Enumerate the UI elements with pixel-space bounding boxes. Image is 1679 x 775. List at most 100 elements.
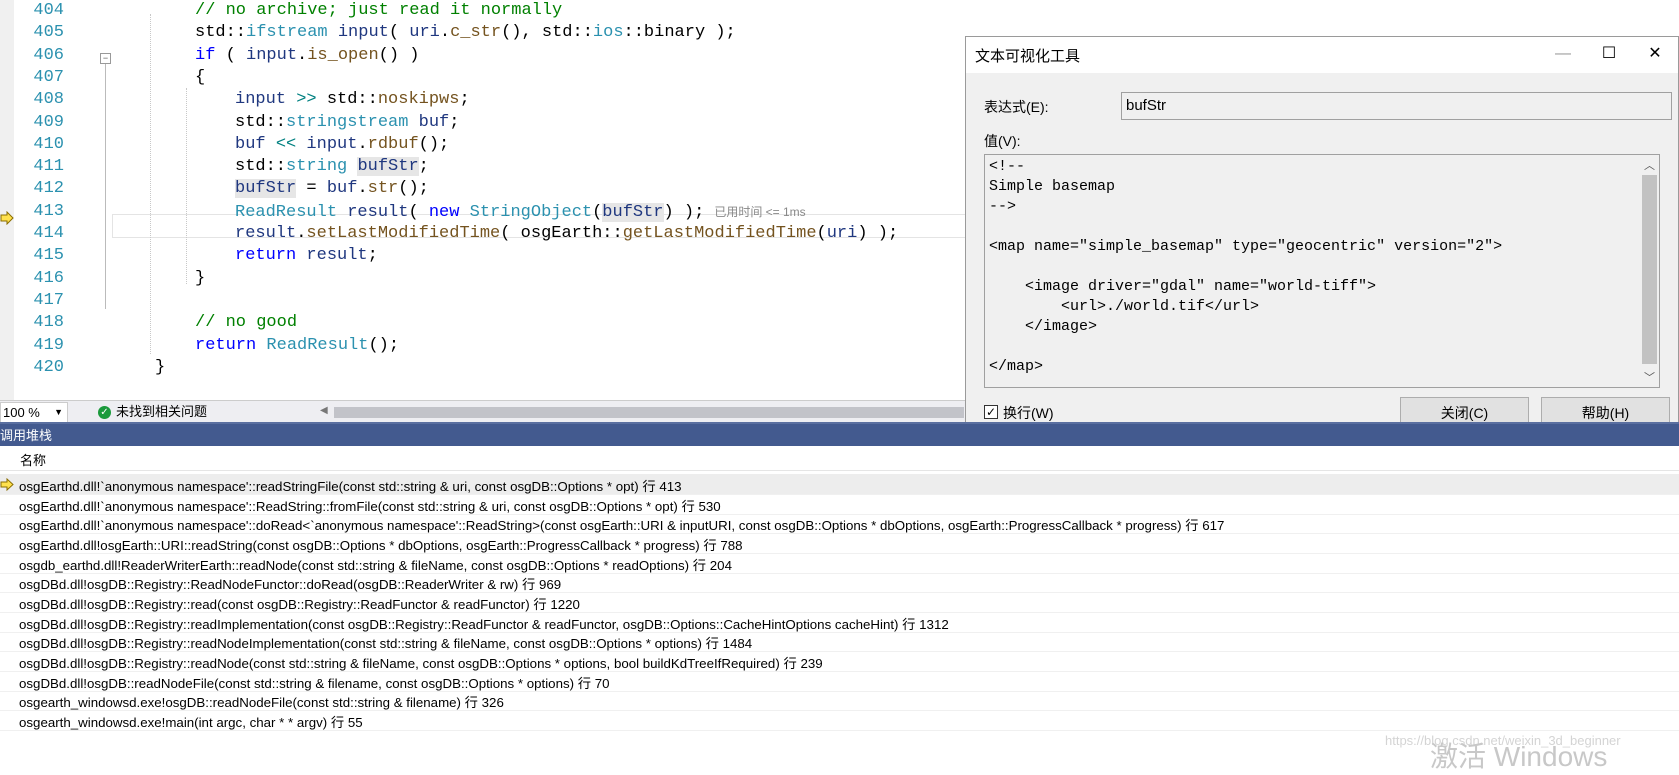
code-token: is_open xyxy=(307,45,379,65)
code-line[interactable]: } xyxy=(155,356,165,380)
call-stack-frame-text: osgDBd.dll!osgDB::Registry::readImplemen… xyxy=(19,616,949,632)
call-stack-row[interactable]: osgDBd.dll!osgDB::Registry::readNode(con… xyxy=(0,651,1679,672)
code-line[interactable]: bufStr = buf.str(); xyxy=(235,177,429,201)
call-stack-row[interactable]: osgEarthd.dll!`anonymous namespace'::rea… xyxy=(0,474,1679,495)
code-token: ( xyxy=(388,23,410,43)
activate-windows-watermark: 激活 Windows xyxy=(1430,741,1608,772)
code-token: . xyxy=(297,45,308,65)
call-stack-frame-text: osgdb_earthd.dll!ReaderWriterEarth::read… xyxy=(19,557,732,573)
code-token: ( osgEarth:: xyxy=(500,224,623,243)
code-token: rdbuf xyxy=(367,134,419,154)
code-token: >> xyxy=(296,90,317,110)
call-stack-row[interactable]: osgearth_windowsd.exe!osgDB::readNodeFil… xyxy=(0,690,1679,712)
line-number: 413 xyxy=(33,201,64,221)
code-line[interactable]: } xyxy=(195,267,205,291)
line-number: 412 xyxy=(33,179,64,199)
minimize-icon[interactable]: — xyxy=(1540,37,1586,73)
code-token: ::binary ); xyxy=(623,23,736,43)
horizontal-scrollbar-thumb[interactable] xyxy=(334,407,964,418)
column-header-name[interactable]: 名称 xyxy=(20,450,46,469)
scroll-up-icon[interactable]: ︿ xyxy=(1640,157,1659,173)
call-stack-row[interactable]: osgDBd.dll!osgDB::Registry::ReadNodeFunc… xyxy=(0,572,1679,594)
line-number: 408 xyxy=(33,90,64,110)
close-icon[interactable]: ✕ xyxy=(1632,37,1678,73)
code-token: uri xyxy=(409,23,440,43)
collapse-toggle-icon[interactable]: − xyxy=(100,53,111,64)
text-visualizer-dialog[interactable]: 文本可视化工具 — ☐ ✕ 表达式(E): bufStr 值(V): <!-- … xyxy=(965,36,1679,451)
code-line[interactable]: { xyxy=(195,66,205,90)
expression-label: 表达式(E): xyxy=(984,99,1049,115)
dialog-titlebar[interactable]: 文本可视化工具 — ☐ ✕ xyxy=(966,37,1678,73)
code-token: (); xyxy=(398,179,429,199)
code-token: ( xyxy=(408,202,429,222)
call-stack-row[interactable]: osgEarthd.dll!osgEarth::URI::readString(… xyxy=(0,533,1679,554)
call-stack-frame-text: osgEarthd.dll!`anonymous namespace'::Rea… xyxy=(19,498,721,514)
code-token: getLastModifiedTime xyxy=(622,224,817,243)
call-stack-row[interactable]: osgEarthd.dll!`anonymous namespace'::Rea… xyxy=(0,494,1679,515)
code-token: c_str xyxy=(450,23,502,43)
value-textarea[interactable]: <!-- Simple basemap --> <map name="simpl… xyxy=(984,154,1660,388)
fold-guide xyxy=(105,64,106,309)
maximize-icon[interactable]: ☐ xyxy=(1586,37,1632,73)
wrap-label[interactable]: 换行(W) xyxy=(1003,403,1054,423)
call-stack-row[interactable]: osgDBd.dll!osgDB::Registry::read(const o… xyxy=(0,592,1679,613)
code-token: ) ); xyxy=(663,202,705,222)
call-stack-row[interactable]: osgDBd.dll!osgDB::Registry::readNodeImpl… xyxy=(0,631,1679,653)
code-line[interactable]: // no good xyxy=(195,311,297,335)
value-text[interactable]: <!-- Simple basemap --> <map name="simpl… xyxy=(989,157,1502,377)
call-stack-row[interactable]: osgdb_earthd.dll!ReaderWriterEarth::read… xyxy=(0,553,1679,574)
expression-field[interactable]: bufStr xyxy=(1121,92,1672,120)
scroll-left-icon[interactable]: ◀ xyxy=(320,405,328,416)
wrap-checkbox[interactable]: ✓ xyxy=(984,405,998,419)
code-line[interactable]: return ReadResult(); xyxy=(195,334,399,358)
line-number: 405 xyxy=(33,23,64,43)
glyph-margin[interactable] xyxy=(0,0,14,400)
issues-status[interactable]: ✓ 未找到相关问题 xyxy=(98,403,207,421)
code-token: if xyxy=(195,45,216,65)
code-token: ifstream xyxy=(246,23,328,43)
code-line[interactable]: std::stringstream buf; xyxy=(235,111,459,135)
vertical-scrollbar[interactable]: ︿ ﹀ xyxy=(1640,155,1659,387)
editor-status-bar: 100 % ▼ ✓ 未找到相关问题 ◀ xyxy=(0,400,965,423)
zoom-value: 100 % xyxy=(3,405,40,420)
zoom-select[interactable]: 100 % ▼ xyxy=(0,402,68,423)
call-stack-titlebar[interactable]: 调用堆栈 xyxy=(0,422,1679,446)
line-number: 407 xyxy=(33,67,64,87)
code-line[interactable]: return result; xyxy=(235,244,378,268)
line-number: 419 xyxy=(33,335,64,355)
code-line[interactable]: if ( input.is_open() ) xyxy=(195,44,419,68)
call-stack-row[interactable]: osgDBd.dll!osgDB::readNodeFile(const std… xyxy=(0,671,1679,692)
code-token: new xyxy=(428,202,460,222)
code-token: noskipws xyxy=(377,90,460,110)
call-stack-row[interactable]: osgEarthd.dll!`anonymous namespace'::doR… xyxy=(0,513,1679,535)
code-token: ReadResult xyxy=(235,202,338,222)
code-token: buf xyxy=(235,134,266,154)
code-line[interactable]: ReadResult result( new StringObject(bufS… xyxy=(235,200,806,224)
code-token: ; xyxy=(449,112,460,132)
code-token: result xyxy=(235,224,297,243)
code-token: return xyxy=(235,246,297,266)
call-stack-header[interactable]: 名称 xyxy=(0,446,1679,471)
line-number: 410 xyxy=(33,134,64,154)
call-stack-row[interactable]: osgearth_windowsd.exe!main(int argc, cha… xyxy=(0,710,1679,731)
code-line[interactable]: std::ifstream input( uri.c_str(), std::i… xyxy=(195,21,736,45)
call-stack-row[interactable]: osgDBd.dll!osgDB::Registry::readImplemen… xyxy=(0,612,1679,633)
code-line[interactable]: // no archive; just read it normally xyxy=(195,0,562,23)
call-stack-panel[interactable]: 调用堆栈 名称 osgEarthd.dll!`anonymous namespa… xyxy=(0,422,1679,760)
scroll-down-icon[interactable]: ﹀ xyxy=(1640,369,1659,385)
code-line[interactable]: std::string bufStr; xyxy=(235,155,429,179)
vertical-scrollbar-thumb[interactable] xyxy=(1642,175,1657,364)
code-token: ; xyxy=(459,90,470,110)
code-token: << xyxy=(275,134,297,154)
code-line[interactable]: input >> std::noskipws; xyxy=(235,88,470,112)
code-line[interactable]: buf << input.rdbuf(); xyxy=(235,133,449,157)
line-number: 420 xyxy=(33,357,64,377)
code-token: uri xyxy=(826,224,858,243)
code-token: bufStr xyxy=(235,179,297,199)
code-line[interactable]: result.setLastModifiedTime( osgEarth::ge… xyxy=(235,222,898,246)
